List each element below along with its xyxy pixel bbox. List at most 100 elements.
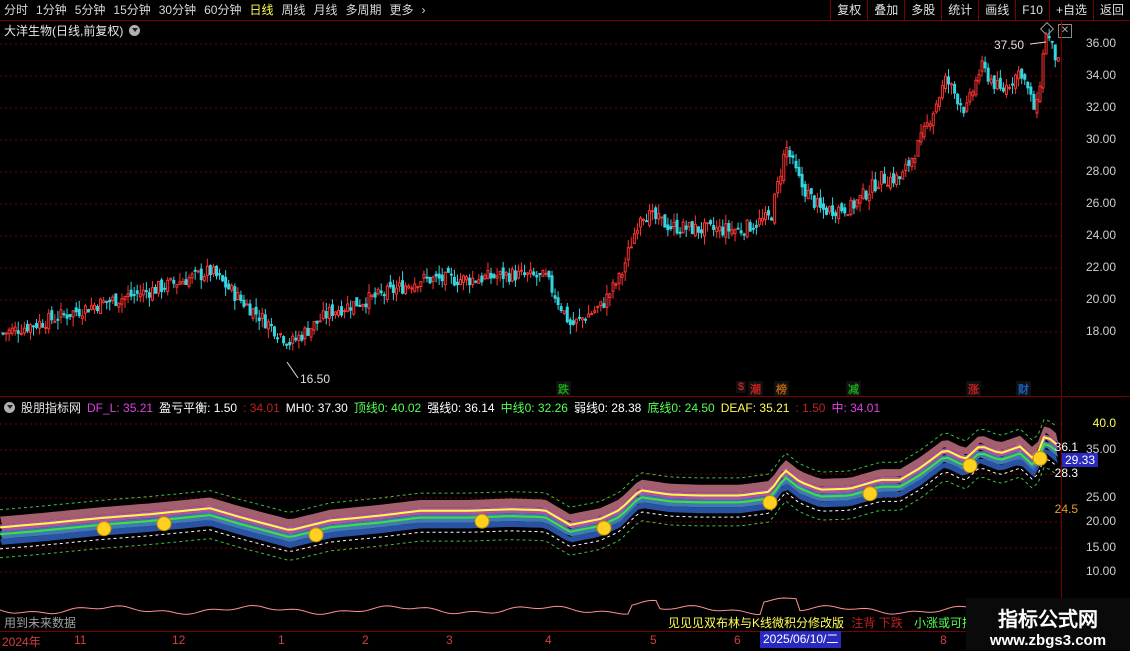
candle-body: [767, 210, 771, 216]
candle-body: [632, 233, 636, 244]
candle-body: [138, 293, 142, 298]
candle-body: [269, 324, 273, 327]
candle-body: [516, 270, 520, 279]
candlestick-chart[interactable]: [0, 20, 1062, 396]
candle-body: [791, 155, 795, 158]
indicator-band: [0, 449, 1058, 548]
candle-body: [690, 221, 694, 235]
candle-body: [526, 272, 530, 275]
indicator-price-tag: 29.33: [1062, 453, 1099, 467]
candle-body: [529, 269, 533, 275]
candle-body: [1029, 86, 1033, 95]
candle-body: [370, 294, 374, 297]
candle-body: [47, 312, 51, 330]
candle-body: [904, 163, 908, 171]
toolbar-button[interactable]: 返回: [1092, 0, 1130, 20]
candle-body: [144, 290, 148, 293]
price-axis-tick: 18.00: [1085, 324, 1116, 338]
toolbar-button[interactable]: 画线: [978, 0, 1015, 20]
candle-body: [352, 301, 356, 315]
candle-body: [160, 279, 164, 293]
candle-body: [989, 78, 993, 84]
candle-body: [364, 303, 368, 308]
period-tab[interactable]: 月线: [310, 0, 342, 20]
candle-body: [413, 283, 417, 292]
candle-body: [742, 233, 746, 236]
candle-body: [584, 318, 588, 321]
candle-body: [818, 197, 822, 208]
candle-body: [968, 92, 972, 103]
candle-body: [556, 297, 560, 306]
candle-body: [821, 203, 825, 210]
toolbar-button[interactable]: +自选: [1048, 0, 1093, 20]
period-tab[interactable]: 30分钟: [155, 0, 200, 20]
chevron-right-icon[interactable]: ›: [418, 0, 430, 20]
candle-body: [986, 67, 990, 82]
period-tab[interactable]: 周线: [277, 0, 309, 20]
indicator-axis-tick: 20.00: [1085, 514, 1116, 528]
date-label: 2: [362, 633, 369, 647]
toolbar-button[interactable]: 统计: [941, 0, 978, 20]
candle-body: [815, 198, 819, 207]
period-tab[interactable]: 15分钟: [109, 0, 154, 20]
candle-body: [849, 199, 853, 215]
date-label: 6: [734, 633, 741, 647]
price-axis-tick: 30.00: [1085, 132, 1116, 146]
candle-body: [1044, 33, 1048, 55]
period-tab[interactable]: 60分钟: [200, 0, 245, 20]
candle-body: [831, 205, 835, 216]
candle-body: [706, 222, 710, 225]
candle-body: [199, 268, 203, 281]
candle-body: [62, 313, 66, 316]
price-axis-tick: 28.00: [1085, 164, 1116, 178]
candle-body: [1001, 87, 1005, 92]
candle-body: [809, 188, 813, 195]
period-tab[interactable]: 多周期: [342, 0, 386, 20]
date-label: 12: [172, 633, 186, 647]
indicator-axis-tick: 24.5: [1054, 502, 1078, 516]
candle-body: [642, 218, 645, 221]
price-axis-tick: 36.00: [1085, 36, 1116, 50]
candle-body: [535, 274, 539, 278]
candle-body: [276, 337, 279, 340]
candle-body: [111, 296, 115, 302]
candle-body: [443, 271, 447, 286]
candle-body: [35, 323, 39, 328]
candle-body: [1014, 74, 1018, 89]
candle-body: [577, 316, 581, 319]
candle-body: [992, 75, 996, 89]
candle-body: [645, 220, 649, 223]
candle-body: [446, 267, 450, 273]
candle-body: [678, 231, 682, 234]
candle-body: [68, 314, 72, 317]
candle-body: [437, 273, 441, 279]
toolbar-button[interactable]: F10: [1015, 0, 1049, 20]
indicator-chart[interactable]: [0, 398, 1062, 630]
candle-body: [86, 309, 90, 313]
candle-body: [96, 306, 100, 312]
candle-body: [699, 229, 703, 234]
candle-body: [599, 301, 603, 307]
selected-date: 2025/06/10/二: [760, 631, 842, 648]
candle-body: [751, 227, 755, 230]
candle-body: [745, 219, 749, 238]
period-tab[interactable]: 1分钟: [32, 0, 71, 20]
period-tab[interactable]: 分时: [0, 0, 32, 20]
candle-body: [547, 270, 551, 278]
candle-body: [147, 292, 151, 298]
candle-body: [233, 286, 237, 302]
period-tab[interactable]: 5分钟: [71, 0, 110, 20]
candle-body: [324, 311, 328, 319]
candle-body: [449, 273, 453, 276]
date-label: 8: [940, 633, 947, 647]
period-tab[interactable]: 日线: [245, 0, 277, 20]
candle-body: [398, 282, 401, 287]
toolbar-button[interactable]: 复权: [830, 0, 867, 20]
candle-body: [367, 292, 371, 309]
candle-body: [574, 318, 578, 324]
candle-body: [419, 281, 423, 288]
period-tab[interactable]: 更多: [386, 0, 418, 20]
candle-body: [44, 326, 48, 329]
toolbar-button[interactable]: 叠加: [867, 0, 904, 20]
toolbar-button[interactable]: 多股: [904, 0, 941, 20]
